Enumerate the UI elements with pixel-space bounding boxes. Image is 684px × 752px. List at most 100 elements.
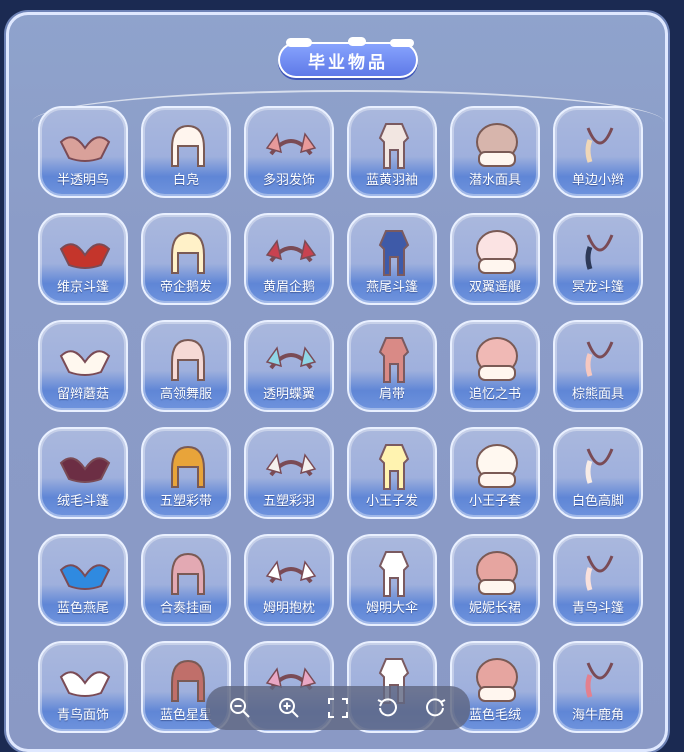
- item-tile[interactable]: 黄眉企鹅: [244, 213, 334, 305]
- ribbon-icon: [171, 445, 205, 488]
- bear-mask-icon: [585, 341, 614, 377]
- dress-icon: [476, 551, 518, 595]
- item-tile[interactable]: 青鸟斗篷: [553, 534, 643, 626]
- item-tile[interactable]: 透明蝶翼: [244, 320, 334, 412]
- item-label: 高领舞服: [159, 387, 212, 402]
- item-tile[interactable]: 燕尾斗篷: [347, 213, 437, 305]
- item-tile[interactable]: 留辫蘑菇: [38, 320, 128, 412]
- item-tile[interactable]: 白凫: [141, 106, 231, 198]
- item-tile[interactable]: 半透明鸟: [38, 106, 128, 198]
- rotate-left-icon: [377, 698, 397, 717]
- little-prince-outfit-icon: [476, 444, 518, 488]
- graduation-items-panel: 毕业物品 半透明鸟 白凫 多羽发饰 蓝黄羽袖 潜水面具 单边小辫维京斗篷 帝企鹅发 黄眉企鹅 燕…: [6, 12, 668, 752]
- outfit-icon: [378, 123, 410, 169]
- zoom-in-button[interactable]: [273, 692, 305, 724]
- wing-cape-icon: [476, 230, 518, 274]
- book-icon: [476, 337, 518, 381]
- item-label: 单边小辫: [571, 173, 624, 188]
- item-tile[interactable]: 合奏挂画: [141, 534, 231, 626]
- panel-title: 毕业物品: [278, 42, 418, 78]
- item-tile[interactable]: 单边小辫: [553, 106, 643, 198]
- item-tile[interactable]: 五塑彩羽: [244, 427, 334, 519]
- rotate-right-icon: [425, 698, 446, 717]
- item-label: 燕尾斗篷: [365, 280, 418, 295]
- mushroom-hair-icon: [59, 350, 111, 376]
- item-label: 留辫蘑菇: [56, 387, 109, 402]
- item-tile[interactable]: 帝企鹅发: [141, 213, 231, 305]
- feather-headband-icon: [265, 132, 317, 156]
- item-label: 潜水面具: [468, 173, 521, 188]
- item-label: 绒毛斗篷: [56, 494, 109, 509]
- bluebird-cape-icon: [585, 555, 614, 591]
- item-label: 多羽发饰: [262, 173, 315, 188]
- item-tile[interactable]: 双翼遥艉: [450, 213, 540, 305]
- item-tile[interactable]: 小王子发: [347, 427, 437, 519]
- item-tile[interactable]: 维京斗篷: [38, 213, 128, 305]
- item-tile[interactable]: 绒毛斗篷: [38, 427, 128, 519]
- piano-icon: [585, 448, 614, 484]
- item-label: 追忆之书: [468, 387, 521, 402]
- items-grid: 半透明鸟 白凫 多羽发饰 蓝黄羽袖 潜水面具 单边小辫维京斗篷 帝企鹅发 黄眉企鹅 燕尾斗篷 双翼…: [38, 106, 643, 733]
- antler-icon: [585, 662, 614, 698]
- cape-icon: [59, 243, 111, 269]
- feather-hair-icon: [265, 453, 317, 477]
- item-label: 妮妮长裙: [468, 601, 521, 616]
- little-prince-hair-icon: [378, 444, 410, 490]
- swallowtail-cape-icon: [378, 230, 410, 276]
- item-label: 白凫: [172, 173, 199, 188]
- item-label: 双翼遥艉: [468, 280, 521, 295]
- painting-icon: [171, 552, 205, 595]
- moomin-pillow-icon: [265, 560, 317, 584]
- rotate-right-button[interactable]: [420, 692, 452, 724]
- item-tile[interactable]: 潜水面具: [450, 106, 540, 198]
- penguin-mask-icon: [265, 239, 317, 263]
- fur-cape-icon: [59, 457, 111, 483]
- item-label: 合奏挂画: [159, 601, 212, 616]
- panel-title-badge: 毕业物品: [278, 37, 418, 80]
- item-label: 海牛鹿角: [571, 708, 624, 723]
- braid-icon: [585, 127, 614, 163]
- item-label: 小王子发: [365, 494, 418, 509]
- item-label: 五塑彩羽: [262, 494, 315, 509]
- item-tile[interactable]: 白色高脚: [553, 427, 643, 519]
- item-tile[interactable]: 蓝黄羽袖: [347, 106, 437, 198]
- item-label: 五塑彩带: [159, 494, 212, 509]
- fullscreen-icon: [327, 698, 348, 718]
- item-tile[interactable]: 妮妮长裙: [450, 534, 540, 626]
- item-tile[interactable]: 姆明抱枕: [244, 534, 334, 626]
- snow-decoration: [348, 37, 366, 46]
- item-tile[interactable]: 蓝色燕尾: [38, 534, 128, 626]
- item-tile[interactable]: 海牛鹿角: [553, 641, 643, 733]
- item-tile[interactable]: 高领舞服: [141, 320, 231, 412]
- zoom-out-button[interactable]: [224, 692, 256, 724]
- item-label: 半透明鸟: [56, 173, 109, 188]
- image-viewer-toolbar: [206, 686, 470, 730]
- zoom-in-icon: [279, 698, 299, 718]
- snow-decoration: [390, 39, 414, 47]
- blue-swallowtail-icon: [59, 564, 111, 590]
- item-label: 青鸟斗篷: [571, 601, 624, 616]
- item-tile[interactable]: 追忆之书: [450, 320, 540, 412]
- item-label: 棕熊面具: [571, 387, 624, 402]
- rotate-left-button[interactable]: [371, 692, 403, 724]
- item-tile[interactable]: 冥龙斗篷: [553, 213, 643, 305]
- item-label: 白色高脚: [571, 494, 624, 509]
- item-tile[interactable]: 多羽发饰: [244, 106, 334, 198]
- item-label: 冥龙斗篷: [571, 280, 624, 295]
- item-label: 小王子套: [468, 494, 521, 509]
- shoulder-strap-icon: [378, 337, 410, 383]
- fit-screen-button[interactable]: [322, 692, 354, 724]
- item-tile[interactable]: 肩带: [347, 320, 437, 412]
- item-label: 帝企鹅发: [159, 280, 212, 295]
- item-tile[interactable]: 小王子套: [450, 427, 540, 519]
- item-label: 肩带: [378, 387, 405, 402]
- item-tile[interactable]: 棕熊面具: [553, 320, 643, 412]
- item-label: 透明蝶翼: [262, 387, 315, 402]
- item-tile[interactable]: 姆明大伞: [347, 534, 437, 626]
- snow-decoration: [286, 38, 312, 47]
- white-hair-icon: [171, 124, 205, 167]
- item-tile[interactable]: 五塑彩带: [141, 427, 231, 519]
- item-tile[interactable]: 青鸟面饰: [38, 641, 128, 733]
- plush-outfit-icon: [476, 658, 518, 702]
- item-label: 黄眉企鹅: [262, 280, 315, 295]
